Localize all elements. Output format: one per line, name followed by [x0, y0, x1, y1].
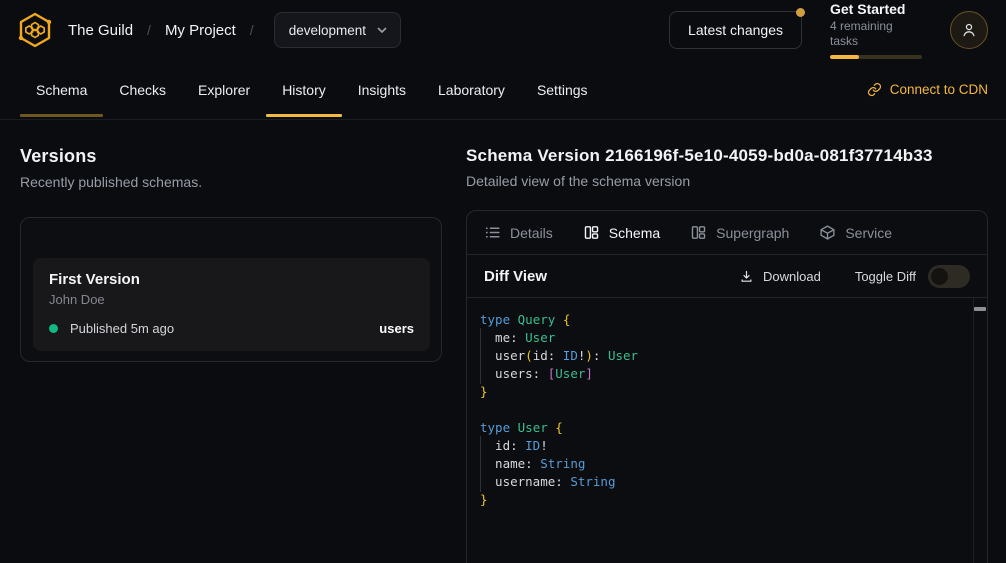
progress-fill [830, 55, 859, 59]
nav-tab-explorer[interactable]: Explorer [182, 60, 266, 119]
toggle-diff-switch[interactable] [928, 265, 970, 288]
top-bar: The Guild / My Project / development Lat… [0, 0, 1006, 60]
nav-tab-checks[interactable]: Checks [103, 60, 182, 119]
user-icon [960, 21, 978, 39]
code-line: } [480, 383, 963, 401]
version-service-badge: users [379, 321, 414, 336]
versions-subtitle: Recently published schemas. [20, 174, 442, 190]
code-line [480, 401, 963, 419]
code-line: name: String [480, 455, 963, 473]
versions-title: Versions [20, 146, 442, 167]
versions-panel: Versions Recently published schemas. Fir… [20, 146, 442, 563]
tab-service[interactable]: Service [819, 224, 892, 241]
target-select[interactable]: development [274, 12, 401, 48]
target-select-value: development [289, 23, 366, 38]
schema-code-area: type Query { me: User user(id: ID!): Use… [467, 298, 987, 563]
version-author: John Doe [49, 292, 414, 307]
version-status: Published 5m ago [70, 321, 174, 336]
scrollbar-track [973, 298, 987, 563]
avatar-button[interactable] [950, 11, 988, 49]
tab-supergraph[interactable]: Supergraph [690, 224, 789, 241]
connect-to-cdn-link[interactable]: Connect to CDN [867, 60, 988, 119]
code-line: username: String [480, 473, 963, 491]
scrollbar-thumb[interactable] [974, 307, 986, 311]
nav-tab-history[interactable]: History [266, 60, 342, 119]
link-icon [867, 82, 882, 97]
schema-version-subtitle: Detailed view of the schema version [466, 173, 988, 189]
box-icon [819, 224, 836, 241]
versions-list: First Version John Doe Published 5m ago … [20, 217, 442, 362]
get-started-progress-track [830, 55, 922, 59]
notification-dot [796, 8, 805, 17]
switch-knob [931, 268, 948, 285]
code-line: user(id: ID!): User [480, 347, 963, 365]
get-started-subtitle: 4 remaining tasks [830, 19, 922, 49]
published-status-dot [49, 324, 58, 333]
code-line: type Query { [480, 311, 963, 329]
breadcrumb-separator: / [147, 22, 151, 38]
toggle-diff-label: Toggle Diff [855, 269, 916, 284]
panels-icon [690, 224, 707, 241]
chevron-down-icon [376, 24, 388, 36]
diff-view-header: Diff View Download Toggle Diff [467, 255, 987, 298]
schema-version-panel: Schema Version 2166196f-5e10-4059-bd0a-0… [466, 146, 988, 563]
code-line: id: ID! [480, 437, 963, 455]
tab-schema[interactable]: Schema [583, 224, 660, 241]
nav-tab-laboratory[interactable]: Laboratory [422, 60, 521, 119]
diff-view-title: Diff View [484, 268, 547, 285]
guild-logo-icon[interactable] [16, 11, 54, 49]
breadcrumb-separator: / [250, 22, 254, 38]
schema-tab-strip: Details Schema [467, 211, 987, 255]
panels-icon [583, 224, 600, 241]
download-button[interactable]: Download [739, 269, 821, 284]
main-nav: Schema Checks Explorer History Insights … [0, 60, 1006, 120]
nav-tab-settings[interactable]: Settings [521, 60, 604, 119]
code-block: type Query { me: User user(id: ID!): Use… [467, 298, 987, 519]
get-started-title: Get Started [830, 1, 922, 18]
version-list-item[interactable]: First Version John Doe Published 5m ago … [33, 258, 430, 351]
code-line: type User { [480, 419, 963, 437]
breadcrumb-org[interactable]: The Guild [68, 22, 133, 39]
get-started-widget[interactable]: Get Started 4 remaining tasks [830, 1, 922, 59]
nav-tab-insights[interactable]: Insights [342, 60, 422, 119]
breadcrumb-project[interactable]: My Project [165, 22, 236, 39]
schema-version-card: Details Schema [466, 210, 988, 563]
tab-details[interactable]: Details [484, 224, 553, 241]
nav-tab-schema[interactable]: Schema [20, 60, 103, 119]
download-label: Download [763, 269, 821, 284]
schema-version-title: Schema Version 2166196f-5e10-4059-bd0a-0… [466, 146, 988, 166]
code-line: me: User [480, 329, 963, 347]
main-content: Versions Recently published schemas. Fir… [0, 120, 1006, 563]
version-name: First Version [49, 271, 414, 288]
code-line: } [480, 491, 963, 509]
code-line: users: [User] [480, 365, 963, 383]
latest-changes-button[interactable]: Latest changes [669, 11, 802, 49]
latest-changes-label: Latest changes [688, 22, 783, 38]
connect-cdn-label: Connect to CDN [890, 82, 988, 97]
list-icon [484, 224, 501, 241]
download-icon [739, 269, 754, 284]
